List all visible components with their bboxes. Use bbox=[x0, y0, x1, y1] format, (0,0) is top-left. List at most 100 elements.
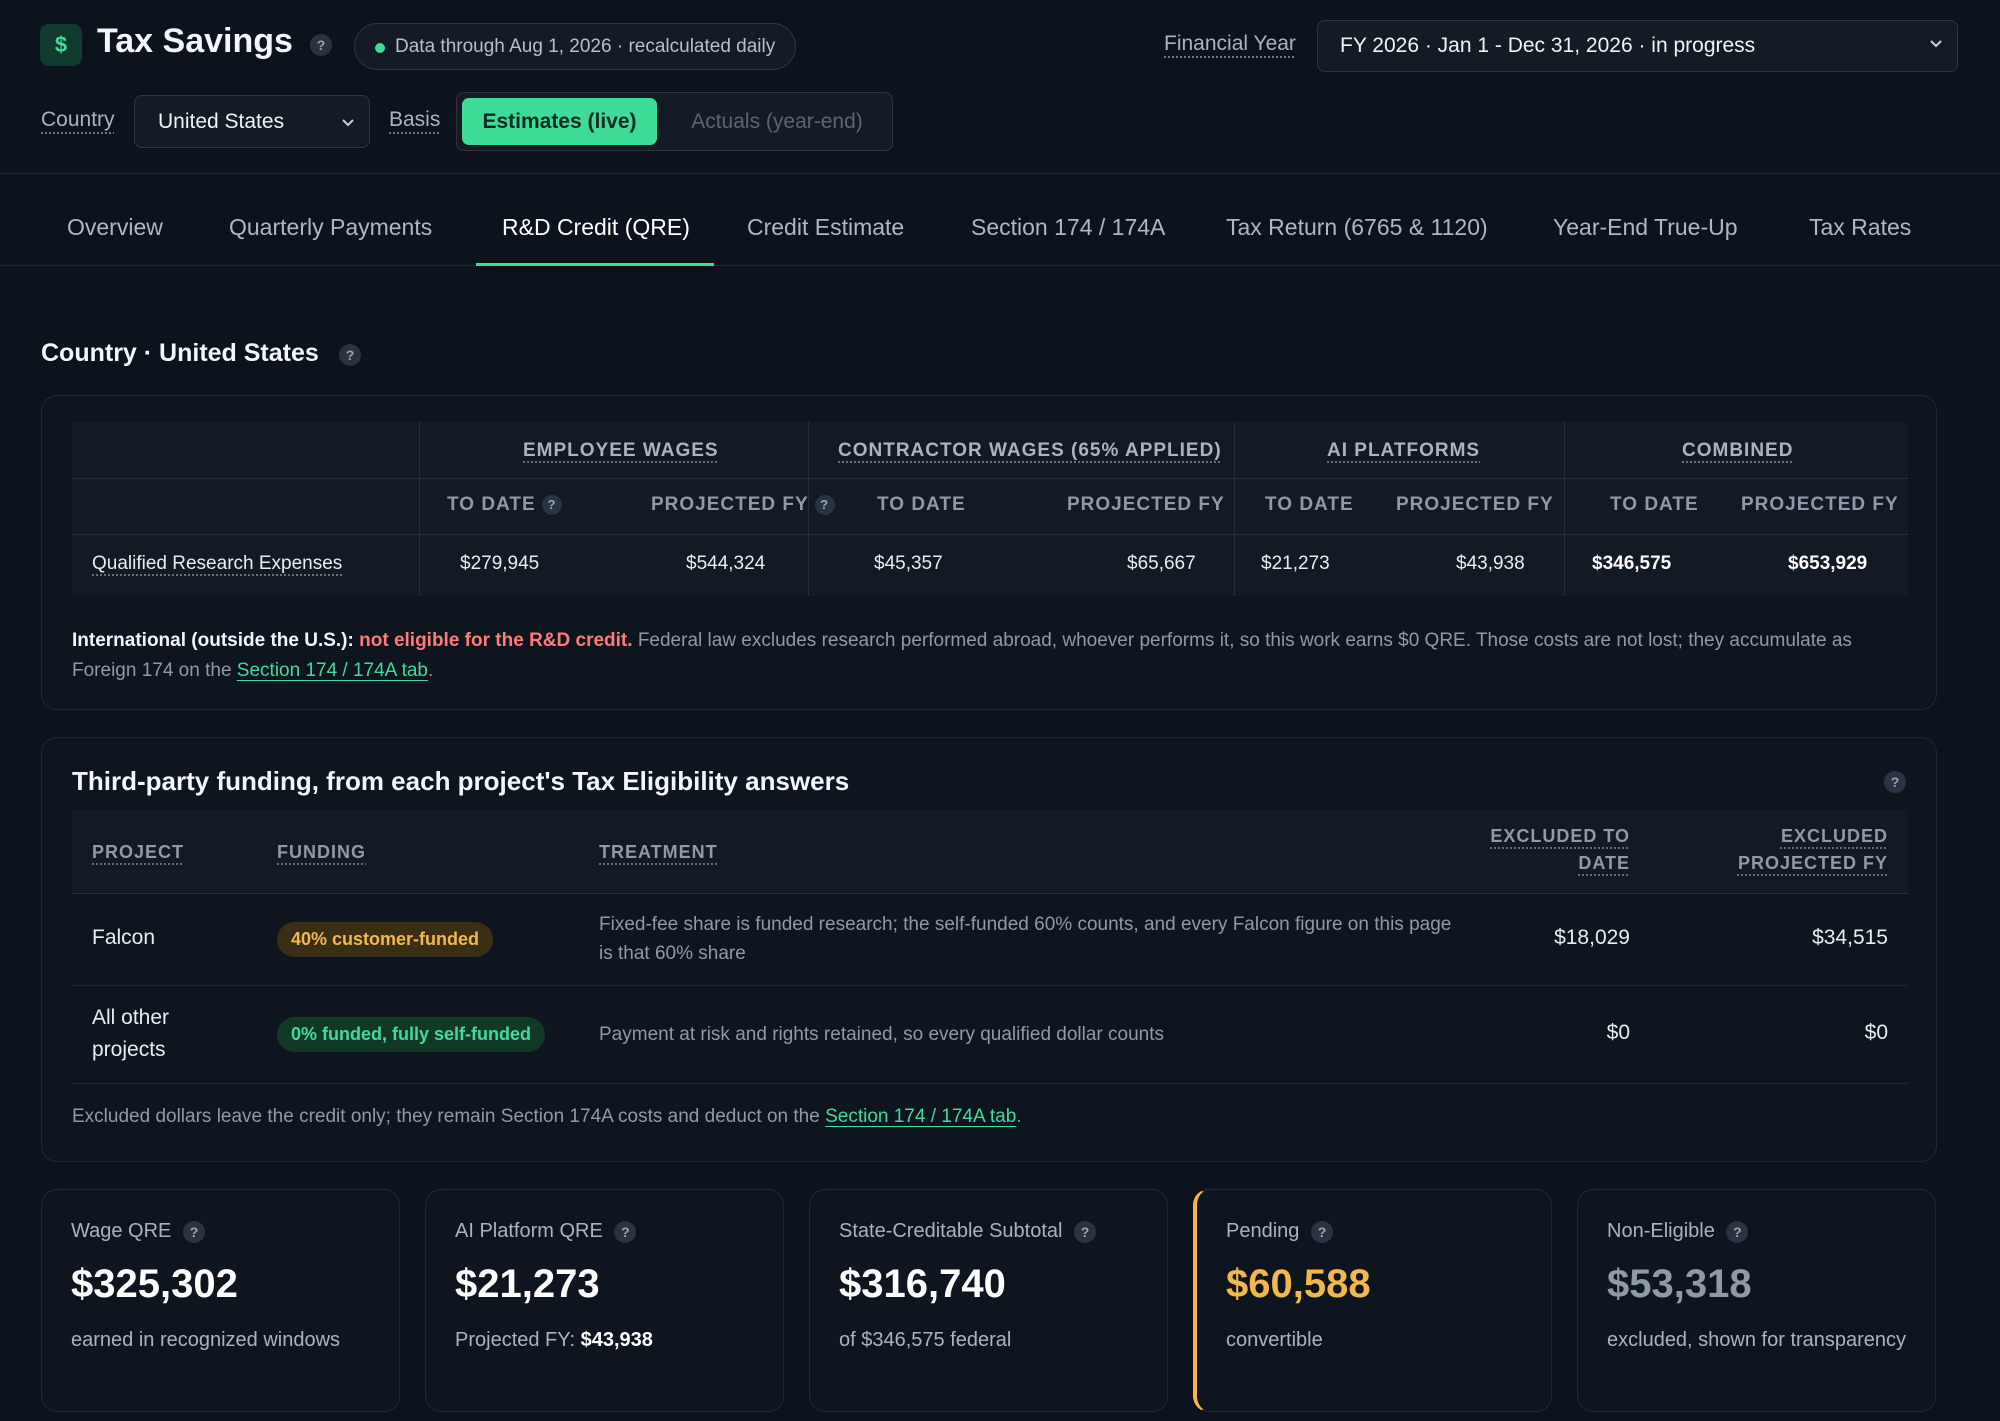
metric-card-state-creditable: State-Creditable Subtotal ? $316,740 of … bbox=[809, 1189, 1168, 1412]
chevron-down-icon bbox=[1930, 40, 1942, 48]
group-header-contractor-wages: CONTRACTOR WAGES (65% APPLIED) bbox=[838, 440, 1222, 461]
contractor-wages-projected: $65,667 bbox=[1127, 553, 1196, 574]
tab-tax-rates[interactable]: Tax Rates bbox=[1809, 214, 1911, 241]
metric-value: $21,273 bbox=[455, 1262, 600, 1306]
financial-year-select[interactable]: FY 2026 · Jan 1 - Dec 31, 2026 · in prog… bbox=[1317, 20, 1958, 72]
subheader-projected-fy: PROJECTED FY bbox=[1396, 494, 1554, 515]
excluded-to-date: $0 bbox=[1606, 1021, 1630, 1044]
metric-description: of $346,575 federal bbox=[839, 1329, 1012, 1351]
funding-badge: 0% funded, fully self-funded bbox=[277, 1017, 546, 1052]
column-header-project: PROJECT bbox=[92, 842, 185, 862]
funding-title: Third-party funding, from each project's… bbox=[72, 766, 850, 796]
basis-option-actuals[interactable]: Actuals (year-end) bbox=[671, 98, 883, 145]
group-header-employee-wages: EMPLOYEE WAGES bbox=[523, 440, 719, 461]
country-select[interactable]: United States bbox=[134, 95, 370, 148]
help-icon[interactable]: ? bbox=[1884, 771, 1906, 793]
funding-card: Third-party funding, from each project's… bbox=[41, 737, 1937, 1162]
status-text: Data through Aug 1, 2026 · recalculated … bbox=[395, 35, 776, 57]
basis-option-estimates[interactable]: Estimates (live) bbox=[462, 98, 657, 145]
funding-note: Excluded dollars leave the credit only; … bbox=[72, 1106, 1022, 1127]
subheader-projected-fy: PROJECTED FY bbox=[1741, 494, 1899, 515]
help-icon[interactable]: ? bbox=[339, 344, 361, 366]
metric-card-pending: Pending ? $60,588 convertible bbox=[1193, 1189, 1552, 1412]
country-value: United States bbox=[158, 109, 285, 133]
status-dot-icon bbox=[375, 43, 385, 53]
tab-quarterly-payments[interactable]: Quarterly Payments bbox=[229, 214, 432, 241]
help-icon[interactable]: ? bbox=[182, 1220, 205, 1243]
tab-credit-estimate[interactable]: Credit Estimate bbox=[747, 214, 904, 241]
project-name: All other projects bbox=[92, 1006, 170, 1061]
metric-card-wage-qre: Wage QRE ? $325,302 earned in recognized… bbox=[41, 1189, 400, 1412]
column-header-excluded-to-date: EXCLUDED TO DATE bbox=[1490, 826, 1630, 873]
metric-value: $325,302 bbox=[71, 1262, 238, 1306]
help-icon[interactable]: ? bbox=[310, 34, 332, 56]
funding-badge: 40% customer-funded bbox=[277, 922, 494, 957]
help-icon[interactable]: ? bbox=[541, 494, 562, 515]
section-174-link[interactable]: Section 174 / 174A tab bbox=[825, 1106, 1016, 1127]
metric-description: Projected FY: $43,938 bbox=[455, 1329, 653, 1351]
metric-description: convertible bbox=[1226, 1329, 1323, 1351]
page-header: $ Tax Savings ? Data through Aug 1, 2026… bbox=[0, 0, 2000, 174]
metric-label: Wage QRE ? bbox=[71, 1220, 205, 1243]
table-row: Falcon 40% customer-funded Fixed-fee sha… bbox=[72, 894, 1908, 986]
help-icon[interactable]: ? bbox=[614, 1220, 637, 1243]
financial-year-label: Financial Year bbox=[1164, 32, 1296, 55]
metric-card-ai-platform-qre: AI Platform QRE ? $21,273 Projected FY: … bbox=[425, 1189, 784, 1412]
ai-platforms-projected: $43,938 bbox=[1456, 553, 1525, 574]
basis-label: Basis bbox=[389, 108, 441, 131]
subheader-to-date: TO DATE bbox=[877, 494, 966, 515]
subheader-projected-fy: PROJECTED FY ? bbox=[651, 494, 835, 516]
employee-wages-to-date: $279,945 bbox=[460, 553, 540, 574]
subheader-to-date: TO DATE ? bbox=[447, 494, 562, 516]
qre-row-label: Qualified Research Expenses bbox=[92, 553, 343, 574]
tab-overview[interactable]: Overview bbox=[67, 214, 163, 241]
metric-label: Non-Eligible ? bbox=[1607, 1220, 1749, 1243]
basis-toggle: Estimates (live) Actuals (year-end) bbox=[456, 92, 893, 151]
combined-to-date: $346,575 bbox=[1592, 553, 1672, 574]
country-label: Country bbox=[41, 108, 115, 131]
subheader-projected-fy: PROJECTED FY bbox=[1067, 494, 1225, 515]
treatment-text: Payment at risk and rights retained, so … bbox=[599, 1024, 1165, 1045]
dollar-logo-icon: $ bbox=[40, 24, 82, 66]
treatment-text: Fixed-fee share is funded research; the … bbox=[599, 914, 1452, 964]
ai-platforms-to-date: $21,273 bbox=[1261, 553, 1330, 574]
excluded-projected-fy: $0 bbox=[1864, 1021, 1888, 1044]
international-note: International (outside the U.S.): not el… bbox=[72, 630, 1852, 681]
combined-projected: $653,929 bbox=[1788, 553, 1868, 574]
contractor-wages-to-date: $45,357 bbox=[874, 553, 943, 574]
column-header-funding: FUNDING bbox=[277, 842, 366, 862]
tab-tax-return[interactable]: Tax Return (6765 & 1120) bbox=[1226, 214, 1488, 241]
chevron-down-icon bbox=[342, 119, 354, 127]
metric-description: earned in recognized windows bbox=[71, 1329, 341, 1351]
metric-label: AI Platform QRE ? bbox=[455, 1220, 637, 1243]
metric-value: $316,740 bbox=[839, 1262, 1006, 1306]
metric-description: excluded, shown for transparency bbox=[1607, 1329, 1907, 1351]
excluded-to-date: $18,029 bbox=[1554, 926, 1630, 949]
section-174-link[interactable]: Section 174 / 174A tab bbox=[237, 660, 428, 681]
excluded-projected-fy: $34,515 bbox=[1812, 926, 1888, 949]
metric-value: $60,588 bbox=[1226, 1262, 1371, 1306]
help-icon[interactable]: ? bbox=[1074, 1220, 1097, 1243]
metric-label: Pending ? bbox=[1226, 1220, 1333, 1243]
help-icon[interactable]: ? bbox=[1726, 1220, 1749, 1243]
metric-value: $53,318 bbox=[1607, 1262, 1752, 1306]
tab-bar: Overview Quarterly Payments R&D Credit (… bbox=[0, 174, 2000, 266]
subheader-to-date: TO DATE bbox=[1265, 494, 1354, 515]
subheader-to-date: TO DATE bbox=[1610, 494, 1699, 515]
qre-table: EMPLOYEE WAGES CONTRACTOR WAGES (65% APP… bbox=[72, 422, 1908, 596]
tab-rd-credit[interactable]: R&D Credit (QRE) bbox=[502, 214, 690, 241]
group-header-ai-platforms: AI PLATFORMS bbox=[1327, 440, 1481, 461]
help-icon[interactable]: ? bbox=[814, 494, 835, 515]
qre-card: EMPLOYEE WAGES CONTRACTOR WAGES (65% APP… bbox=[41, 395, 1937, 710]
table-row: All other projects 0% funded, fully self… bbox=[72, 986, 1908, 1084]
active-tab-indicator bbox=[476, 263, 714, 266]
help-icon[interactable]: ? bbox=[1310, 1220, 1333, 1243]
employee-wages-projected: $544,324 bbox=[686, 553, 766, 574]
tab-year-end-true-up[interactable]: Year-End True-Up bbox=[1553, 214, 1738, 241]
section-title: Country · United States bbox=[41, 339, 319, 367]
metric-card-non-eligible: Non-Eligible ? $53,318 excluded, shown f… bbox=[1577, 1189, 1936, 1412]
column-header-treatment: TREATMENT bbox=[599, 842, 718, 862]
tab-section-174[interactable]: Section 174 / 174A bbox=[971, 214, 1165, 241]
financial-year-value: FY 2026 · Jan 1 - Dec 31, 2026 · in prog… bbox=[1340, 34, 1756, 57]
page-title: Tax Savings bbox=[97, 22, 293, 60]
